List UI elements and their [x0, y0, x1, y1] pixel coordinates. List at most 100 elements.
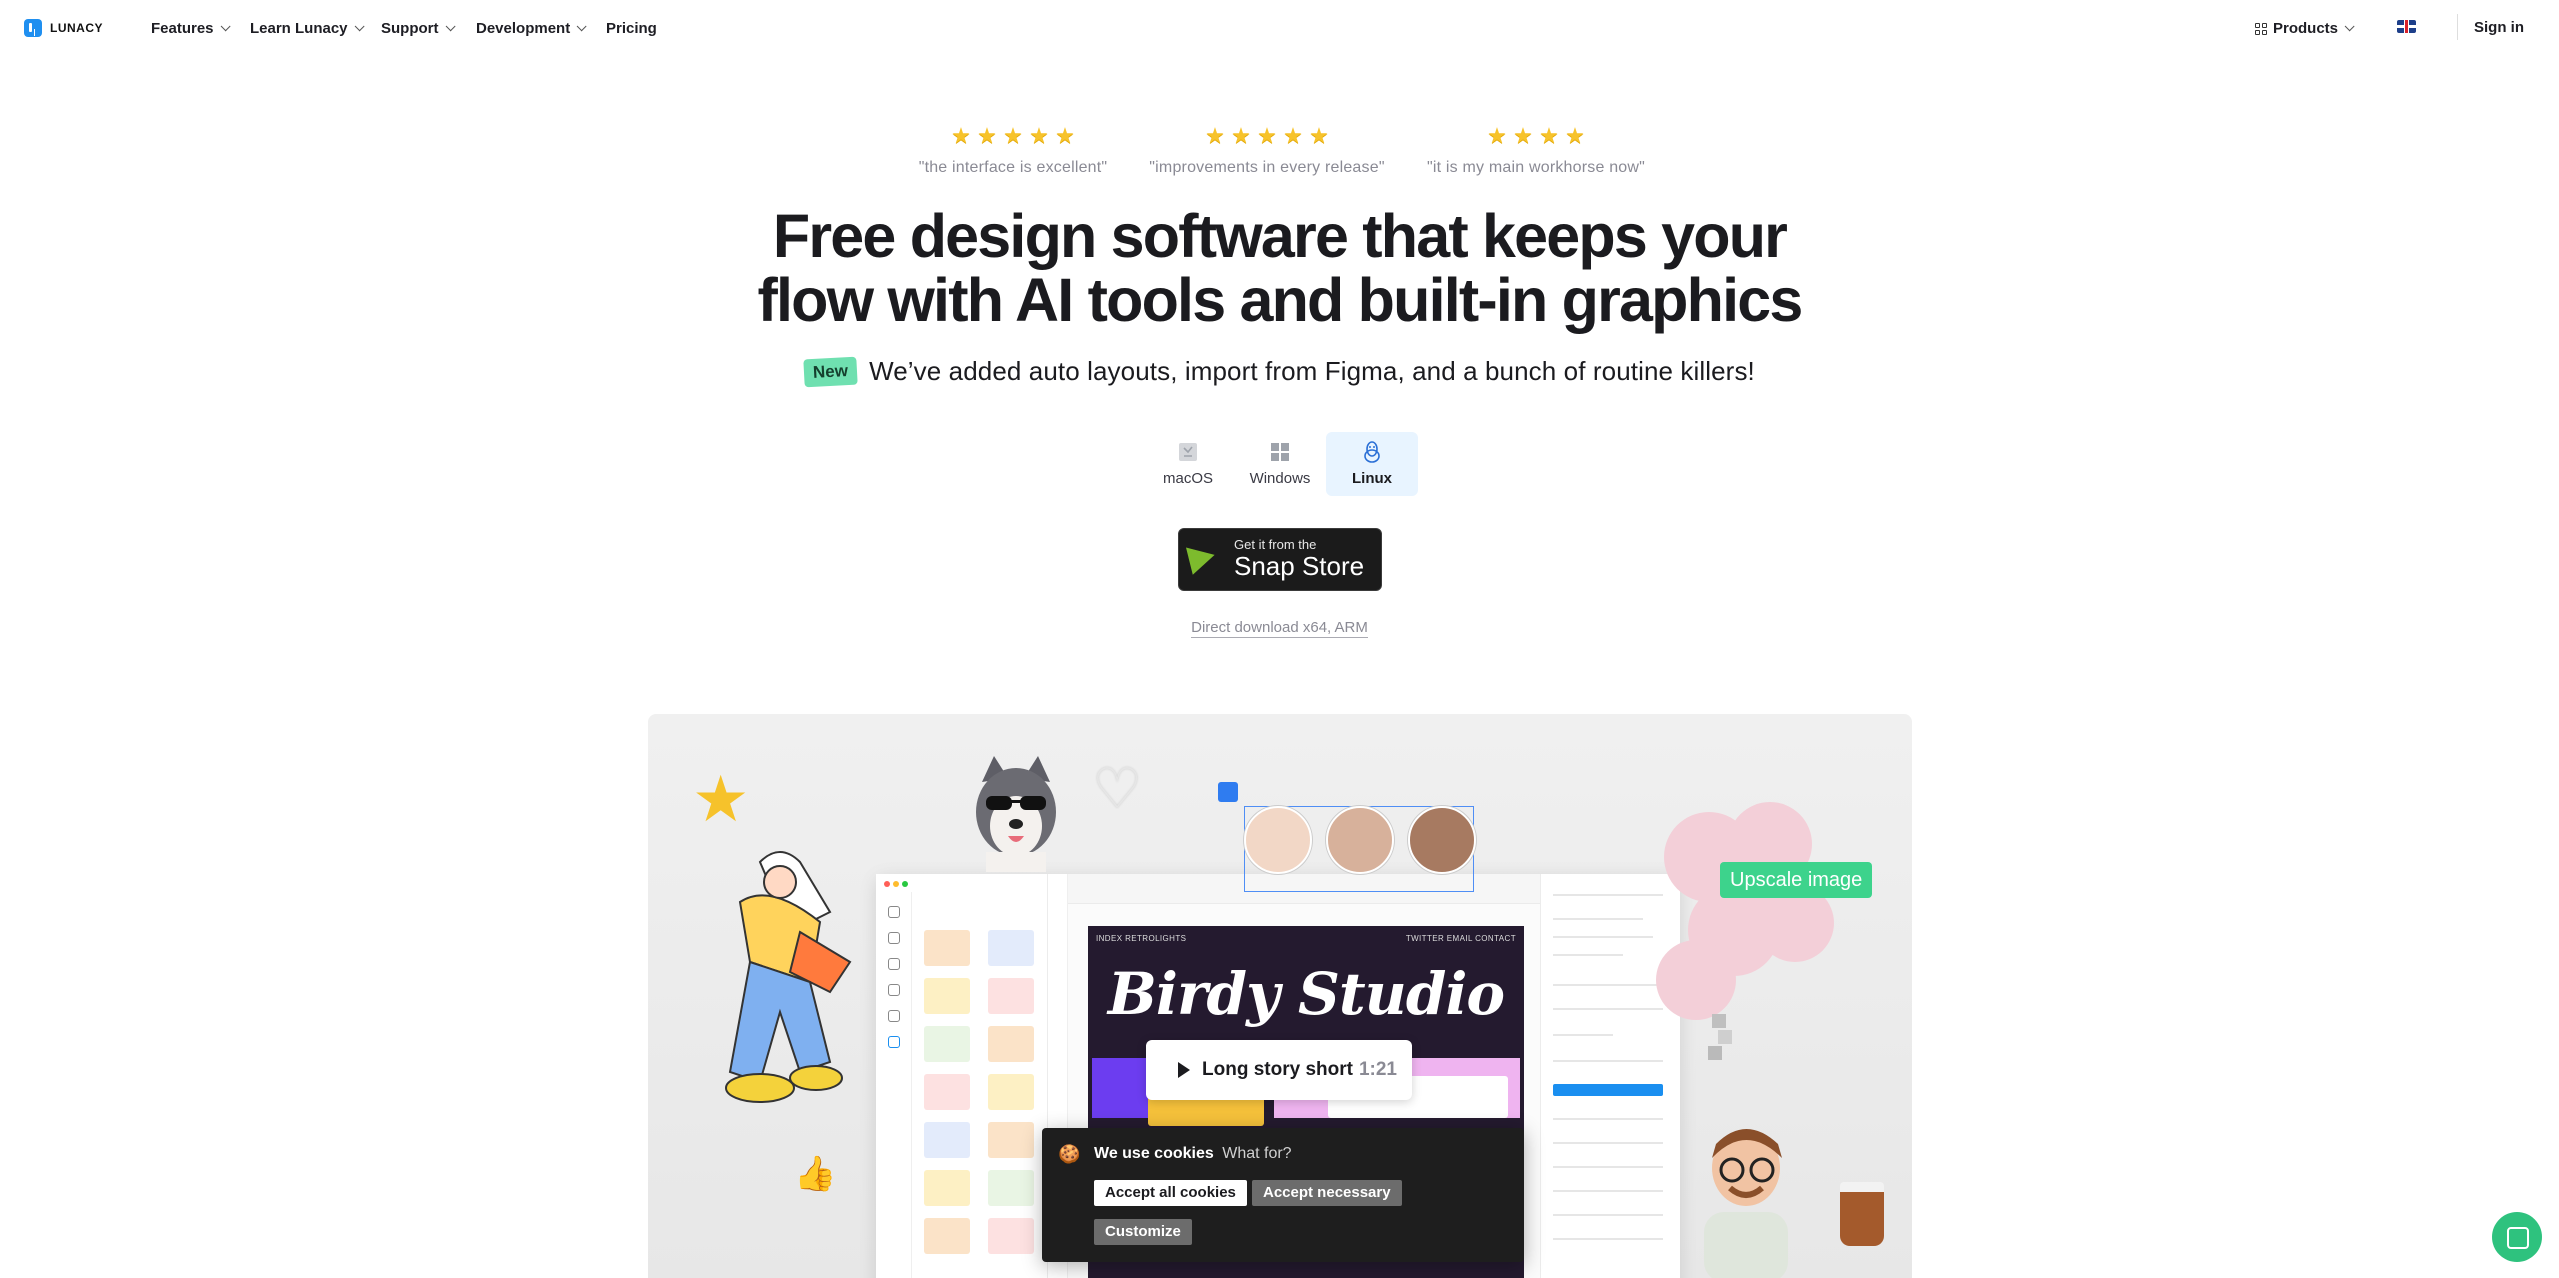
- nav-learn-lunacy[interactable]: Learn Lunacy: [250, 20, 365, 37]
- video-duration: 1:21: [1358, 1059, 1397, 1080]
- canvas-title: Birdy Studio: [1107, 960, 1505, 1028]
- avatar: [1408, 806, 1476, 874]
- thumbs-up-illustration: 👍: [794, 1155, 837, 1193]
- star-rating: ★ ★ ★ ★ ★: [1142, 125, 1392, 147]
- inspector-panel: [1540, 874, 1680, 1278]
- products-menu[interactable]: Products: [2255, 20, 2355, 37]
- cookie-icon: 🍪: [1058, 1144, 1081, 1164]
- top-navigation: LUNACY Features Learn Lunacy Support Dev…: [0, 0, 2559, 56]
- cookie-title: We use cookies What for?: [1094, 1145, 1292, 1163]
- chevron-down-icon: [576, 21, 587, 32]
- page-title: Free design software that keeps your flo…: [0, 204, 2559, 332]
- nav-development-label: Development: [476, 20, 571, 37]
- star-icon: ★: [1205, 123, 1225, 148]
- tab-windows[interactable]: Windows: [1234, 432, 1326, 496]
- heart-illustration: ♡: [1092, 757, 1143, 820]
- accept-all-cookies-button[interactable]: Accept all cookies: [1094, 1180, 1247, 1206]
- brand-name: LUNACY: [50, 21, 103, 35]
- star-icon: ★: [1487, 123, 1507, 148]
- customize-cookies-button[interactable]: Customize: [1094, 1219, 1192, 1245]
- star-icon: ★: [1231, 123, 1251, 148]
- star-icon: ★: [977, 123, 997, 148]
- nav-support-label: Support: [381, 20, 439, 37]
- avatar: [1326, 806, 1394, 874]
- apple-icon: [1177, 440, 1199, 464]
- headline-line-1: Free design software that keeps your: [772, 202, 1788, 270]
- headline-line-2: flow with AI tools and built-in graphics: [757, 266, 1803, 334]
- star-illustration: ★: [692, 763, 750, 835]
- review-quote: "it is my main workhorse now": [1426, 159, 1646, 176]
- tab-macos-label: macOS: [1162, 470, 1213, 487]
- snap-store-big-label: Snap Store: [1234, 551, 1365, 581]
- star-icon: ★: [1029, 123, 1049, 148]
- husky-illustration: [968, 752, 1064, 872]
- tab-macos[interactable]: macOS: [1142, 432, 1234, 496]
- canvas-nav-right: TWITTER EMAIL CONTACT: [1405, 934, 1516, 943]
- star-icon: ★: [1055, 123, 1075, 148]
- cookie-what-for-link[interactable]: What for?: [1222, 1145, 1291, 1162]
- assets-panel: [876, 874, 1048, 1278]
- direct-download-link[interactable]: Direct download x64, ARM: [1191, 619, 1368, 638]
- chevron-down-icon: [220, 21, 231, 32]
- star-icon: ★: [1565, 123, 1585, 148]
- hero-subline: New We’ve added auto layouts, import fro…: [0, 356, 2559, 387]
- tab-windows-label: Windows: [1249, 470, 1311, 487]
- star-icon: ★: [1003, 123, 1023, 148]
- play-video-button[interactable]: Long story short 1:21: [1146, 1040, 1412, 1100]
- nav-divider: [2457, 14, 2458, 40]
- star-icon: ★: [1539, 123, 1559, 148]
- linux-icon: [1361, 440, 1383, 464]
- cookie-banner: 🍪 We use cookies What for? Accept all co…: [1042, 1128, 1524, 1262]
- nav-learn-lunacy-label: Learn Lunacy: [250, 20, 348, 37]
- uk-flag-icon[interactable]: [2397, 20, 2416, 33]
- lunacy-logo[interactable]: LUNACY: [24, 18, 103, 38]
- nav-features[interactable]: Features: [151, 20, 231, 37]
- cookie-title-text: We use cookies: [1094, 1145, 1214, 1162]
- snap-store-button[interactable]: Get it from the Snap Store: [1178, 528, 1382, 591]
- lunacy-logo-icon: [24, 19, 42, 37]
- chat-support-button[interactable]: [2492, 1212, 2542, 1262]
- review-3: ★ ★ ★ ★ "it is my main workhorse now": [1418, 125, 1654, 177]
- direct-download-links: Direct download x64, ARM: [0, 619, 2559, 638]
- nav-pricing[interactable]: Pricing: [606, 20, 657, 37]
- subline-text: We’ve added auto layouts, import from Fi…: [869, 356, 1755, 386]
- review-2: ★ ★ ★ ★ ★ "improvements in every release…: [1142, 125, 1392, 177]
- sign-in-label: Sign in: [2474, 19, 2524, 36]
- nav-development[interactable]: Development: [476, 20, 587, 37]
- nav-pricing-label: Pricing: [606, 20, 657, 37]
- review-quote: "improvements in every release": [1149, 159, 1385, 176]
- grid-icon: [2255, 22, 2267, 35]
- character-with-coffee: [1690, 1128, 1802, 1278]
- review-quote: "the interface is excellent": [918, 159, 1108, 176]
- rotate-handle-icon: [1218, 782, 1238, 802]
- star-icon: ★: [951, 123, 971, 148]
- snap-store-small-label: Get it from the: [1234, 537, 1317, 552]
- nav-support[interactable]: Support: [381, 20, 456, 37]
- coffee-cup-illustration: [1840, 1182, 1884, 1246]
- sign-in-link[interactable]: Sign in: [2474, 19, 2524, 36]
- play-icon: [1178, 1062, 1190, 1078]
- chevron-down-icon: [354, 21, 365, 32]
- star-icon: ★: [1309, 123, 1329, 148]
- chevron-down-icon: [2344, 21, 2355, 32]
- windows-icon: [1269, 440, 1291, 464]
- video-label: Long story short: [1202, 1059, 1353, 1080]
- accept-necessary-button[interactable]: Accept necessary: [1252, 1180, 1402, 1206]
- character-illustration: [720, 842, 870, 1142]
- snapcraft-icon: [1185, 541, 1219, 575]
- star-icon: ★: [1513, 123, 1533, 148]
- products-label: Products: [2273, 20, 2339, 37]
- upscale-image-label: Upscale image: [1720, 862, 1873, 898]
- star-icon: ★: [1283, 123, 1303, 148]
- star-rating: ★ ★ ★ ★: [1418, 125, 1654, 147]
- tab-linux-label: Linux: [1352, 470, 1392, 487]
- canvas-nav-left: INDEX RETROLIGHTS: [1096, 934, 1187, 943]
- new-badge: New: [803, 356, 858, 387]
- tab-linux[interactable]: Linux: [1326, 432, 1418, 496]
- star-rating: ★ ★ ★ ★ ★: [912, 125, 1114, 147]
- star-icon: ★: [1257, 123, 1277, 148]
- nav-features-label: Features: [151, 20, 214, 37]
- avatar: [1244, 806, 1312, 874]
- chevron-down-icon: [445, 21, 456, 32]
- review-1: ★ ★ ★ ★ ★ "the interface is excellent": [912, 125, 1114, 177]
